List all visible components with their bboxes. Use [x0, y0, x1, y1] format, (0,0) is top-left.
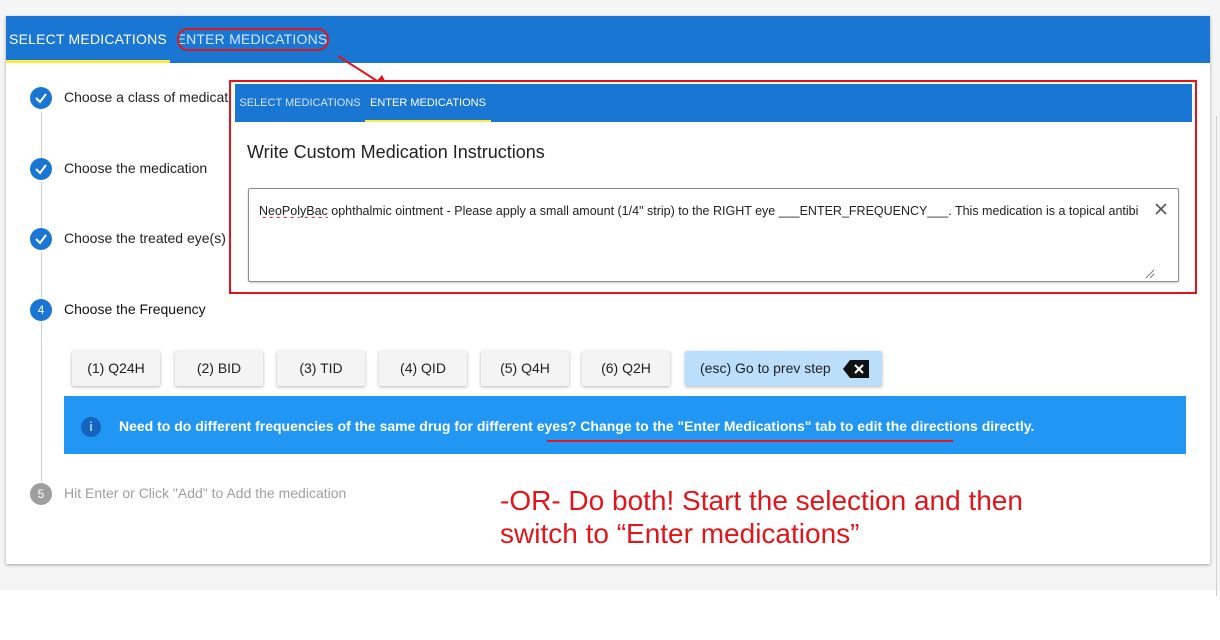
- instructions-text: NeoPolyBac ophthalmic ointment - Please …: [259, 204, 1139, 218]
- check-icon: [30, 87, 52, 109]
- drug-name: NeoPolyBac: [259, 204, 328, 218]
- step-connector: [41, 252, 42, 300]
- annotation-underline: [547, 440, 953, 442]
- step-add-medication: 5 Hit Enter or Click "Add" to Add the me…: [30, 483, 430, 505]
- annotation-oval: [177, 28, 329, 51]
- tab-select-label: SELECT MEDICATIONS: [9, 31, 167, 47]
- step-connector: [41, 112, 42, 160]
- tab-select-medications[interactable]: SELECT MEDICATIONS: [6, 16, 170, 63]
- info-text-link: Change to the "Enter Medications" tab to…: [580, 418, 1035, 434]
- step-choose-frequency[interactable]: 4 Choose the Frequency: [30, 299, 430, 321]
- custom-instructions-title: Write Custom Medication Instructions: [247, 142, 545, 162]
- annotation-note-line: -OR- Do both! Start the selection and th…: [500, 485, 1023, 516]
- instructions-textarea[interactable]: NeoPolyBac ophthalmic ointment - Please …: [248, 188, 1179, 282]
- frequency-button-qid[interactable]: (4) QID: [379, 351, 467, 386]
- annotation-note: -OR- Do both! Start the selection and th…: [500, 484, 1023, 550]
- backspace-icon: [843, 360, 869, 378]
- inset-tab-enter-medications[interactable]: ENTER MEDICATIONS: [365, 84, 491, 122]
- frequency-button-q24h[interactable]: (1) Q24H: [72, 351, 160, 386]
- close-icon[interactable]: [1153, 201, 1169, 217]
- info-text-prefix: Need to do different frequencies of the …: [119, 418, 581, 434]
- esc-button-label: (esc) Go to prev step: [700, 360, 831, 376]
- step-label: Choose a class of medicatio: [64, 89, 240, 105]
- info-icon: i: [81, 417, 101, 437]
- inset-tab-enter-label: ENTER MEDICATIONS: [370, 97, 486, 109]
- go-to-prev-step-button[interactable]: (esc) Go to prev step: [685, 351, 882, 386]
- check-icon: [30, 228, 52, 250]
- resize-handle-icon[interactable]: [1145, 269, 1155, 279]
- page-edge: [1216, 116, 1220, 596]
- active-tab-indicator: [6, 60, 170, 63]
- annotation-note-line: switch to “Enter medications”: [500, 518, 860, 549]
- frequency-button-bid[interactable]: (2) BID: [175, 351, 263, 386]
- active-tab-indicator: [365, 120, 491, 122]
- step-connector: [41, 322, 42, 482]
- step-label: Choose the medication: [64, 160, 208, 176]
- frequency-button-q2h[interactable]: (6) Q2H: [582, 351, 670, 386]
- instructions-body: ophthalmic ointment - Please apply a sma…: [327, 204, 1139, 218]
- step-number: 5: [30, 483, 52, 505]
- info-text: Need to do different frequencies of the …: [119, 418, 1034, 434]
- step-label: Choose the Frequency: [64, 301, 206, 317]
- check-icon: [30, 158, 52, 180]
- frequency-button-q4h[interactable]: (5) Q4H: [481, 351, 569, 386]
- info-banner: i Need to do different frequencies of th…: [64, 396, 1186, 454]
- inset-tab-select-medications[interactable]: SELECT MEDICATIONS: [235, 84, 365, 122]
- step-label: Hit Enter or Click "Add" to Add the medi…: [64, 485, 347, 501]
- inset-tab-bar: SELECT MEDICATIONS ENTER MEDICATIONS: [235, 84, 1192, 122]
- step-connector: [41, 182, 42, 230]
- inset-screenshot: SELECT MEDICATIONS ENTER MEDICATIONS Wri…: [229, 80, 1197, 294]
- frequency-button-tid[interactable]: (3) TID: [277, 351, 365, 386]
- step-label: Choose the treated eye(s): [64, 230, 226, 246]
- step-number: 4: [30, 299, 52, 321]
